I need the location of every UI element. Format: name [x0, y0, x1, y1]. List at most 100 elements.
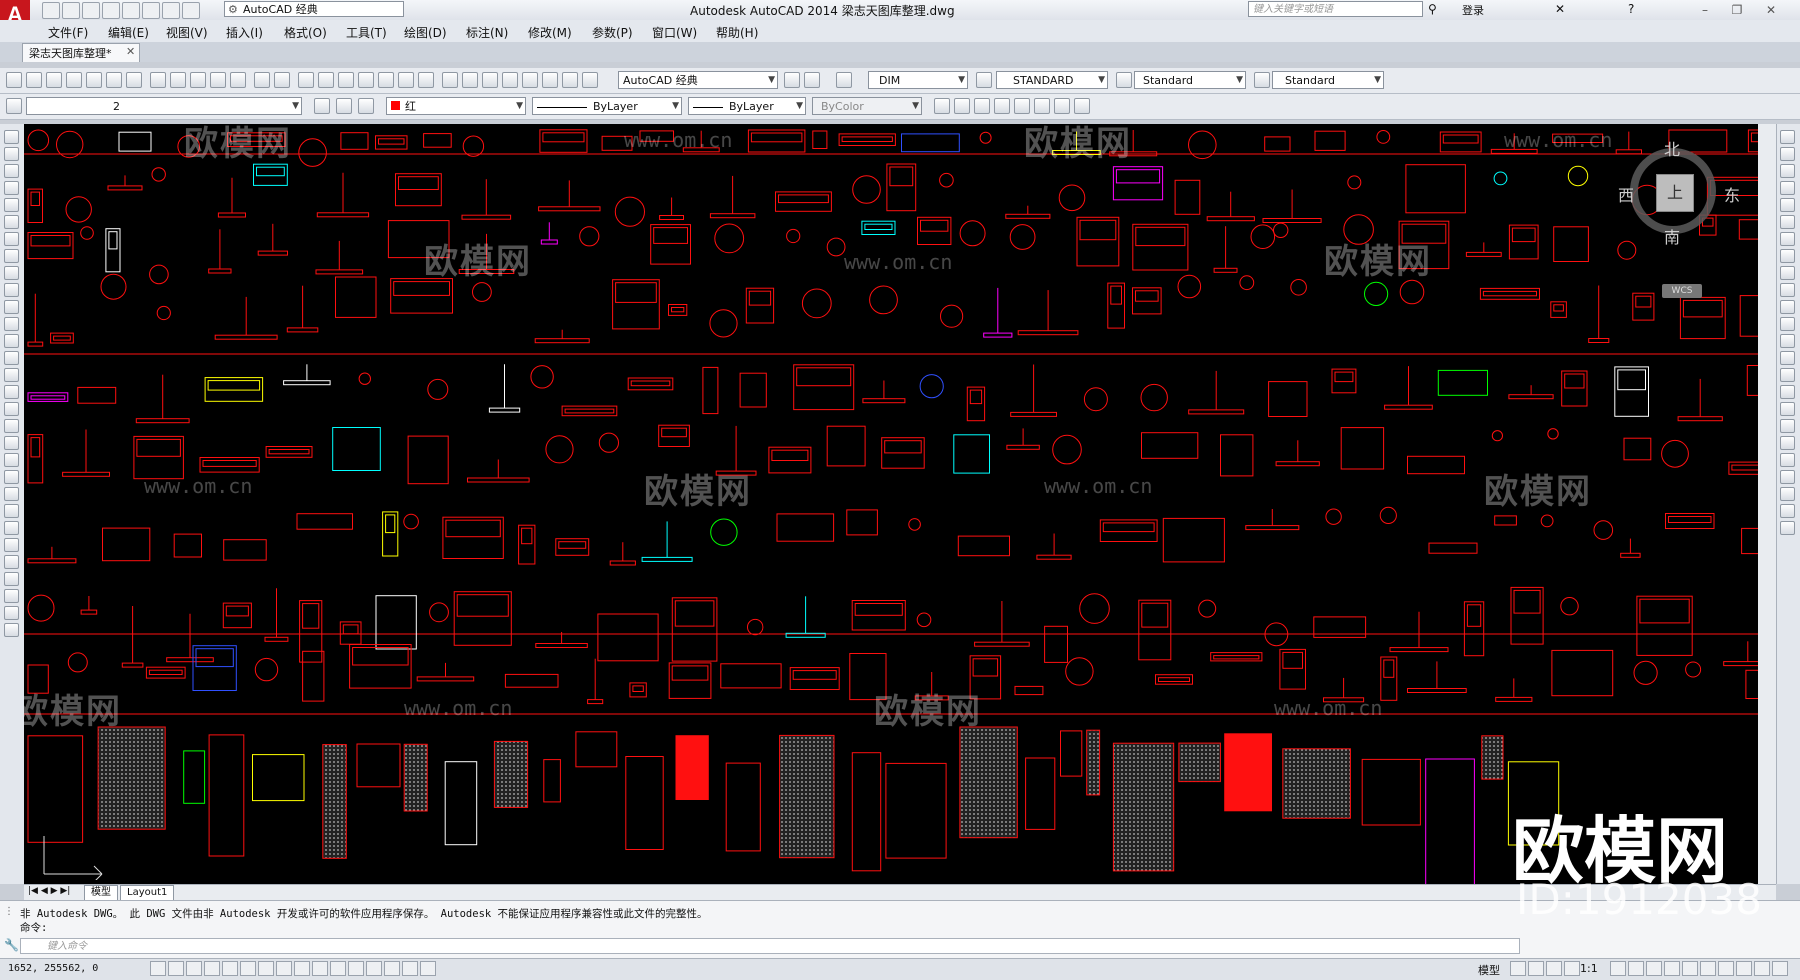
modify-tool-24-icon[interactable] — [1780, 521, 1795, 535]
modify-tool-4-icon[interactable] — [1780, 181, 1795, 195]
draw-tool-6-icon[interactable] — [4, 215, 19, 229]
menu-file[interactable]: 文件(F) — [48, 24, 88, 41]
draw-tool-1-icon[interactable] — [4, 130, 19, 144]
modify-tool-3-icon[interactable] — [1780, 164, 1795, 178]
status-tool-9-icon[interactable] — [1682, 961, 1698, 976]
login-button[interactable]: 登录 — [1462, 2, 1484, 18]
view-tool-5-icon[interactable] — [1014, 98, 1030, 114]
standard-tool-10-icon[interactable] — [190, 72, 206, 88]
layer-combo[interactable]: 2 ▼ — [26, 97, 302, 115]
binoculars-icon[interactable]: ⚲ — [1428, 2, 1437, 16]
view-tool-8-icon[interactable] — [1074, 98, 1090, 114]
standard-tool-16-icon[interactable] — [318, 72, 334, 88]
draw-tool-16-icon[interactable] — [4, 385, 19, 399]
status-tool-11-icon[interactable] — [1718, 961, 1734, 976]
draw-tool-29-icon[interactable] — [4, 606, 19, 620]
draw-tool-18-icon[interactable] — [4, 419, 19, 433]
standard-tool-30-icon[interactable] — [784, 72, 800, 88]
search-input[interactable]: 键入关键字或短语 — [1248, 1, 1423, 17]
draw-tool-20-icon[interactable] — [4, 453, 19, 467]
draw-tool-8-icon[interactable] — [4, 249, 19, 263]
help-icon[interactable]: ? — [1628, 2, 1634, 16]
modify-tool-6-icon[interactable] — [1780, 215, 1795, 229]
standard-tool-13-icon[interactable] — [254, 72, 270, 88]
file-tab[interactable]: 梁志天图库整理* — [22, 43, 140, 62]
draw-tool-28-icon[interactable] — [4, 589, 19, 603]
drafting-toggle-7-icon[interactable] — [258, 961, 274, 976]
view-tool-6-icon[interactable] — [1034, 98, 1050, 114]
tab-layout1[interactable]: Layout1 — [120, 885, 175, 901]
linetype-combo[interactable]: ByLayer ▼ — [532, 97, 682, 115]
menu-tools[interactable]: 工具(T) — [346, 24, 387, 41]
standard-tool-11-icon[interactable] — [210, 72, 226, 88]
draw-tool-22-icon[interactable] — [4, 487, 19, 501]
plot-icon[interactable] — [122, 2, 140, 19]
menu-dimension[interactable]: 标注(N) — [466, 24, 508, 41]
text-style-combo[interactable]: STANDARD ▼ — [996, 71, 1108, 89]
drafting-toggle-14-icon[interactable] — [384, 961, 400, 976]
viewcube-east[interactable]: 东 — [1724, 182, 1740, 206]
status-tool-3-icon[interactable] — [1546, 961, 1562, 976]
drafting-toggle-2-icon[interactable] — [168, 961, 184, 976]
menu-insert[interactable]: 插入(I) — [226, 24, 263, 41]
modify-tool-11-icon[interactable] — [1780, 300, 1795, 314]
draw-tool-7-icon[interactable] — [4, 232, 19, 246]
standard-tool-4-icon[interactable] — [66, 72, 82, 88]
draw-tool-21-icon[interactable] — [4, 470, 19, 484]
status-tool-2-icon[interactable] — [1528, 961, 1544, 976]
viewcube-south[interactable]: 南 — [1664, 224, 1680, 248]
draw-tool-11-icon[interactable] — [4, 300, 19, 314]
close-tab-icon[interactable]: ✕ — [126, 45, 135, 58]
status-tool-4-icon[interactable] — [1564, 961, 1580, 976]
menu-help[interactable]: 帮助(H) — [716, 24, 758, 41]
standard-tool-28-icon[interactable] — [562, 72, 578, 88]
modify-tool-1-icon[interactable] — [1780, 130, 1795, 144]
undo-icon[interactable] — [142, 2, 160, 19]
minimize-icon[interactable]: – — [1690, 0, 1720, 20]
modify-tool-12-icon[interactable] — [1780, 317, 1795, 331]
viewcube-west[interactable]: 西 — [1618, 182, 1634, 206]
modify-tool-8-icon[interactable] — [1780, 249, 1795, 263]
menu-modify[interactable]: 修改(M) — [528, 24, 572, 41]
standard-tool-34-icon[interactable] — [1116, 72, 1132, 88]
drafting-toggle-11-icon[interactable] — [330, 961, 346, 976]
status-tool-5-icon[interactable] — [1610, 961, 1626, 976]
standard-tool-22-icon[interactable] — [442, 72, 458, 88]
status-tool-7-icon[interactable] — [1646, 961, 1662, 976]
drafting-toggle-15-icon[interactable] — [402, 961, 418, 976]
menu-edit[interactable]: 编辑(E) — [108, 24, 149, 41]
modify-tool-5-icon[interactable] — [1780, 198, 1795, 212]
tab-nav-arrows[interactable]: |◀ ◀ ▶ ▶| — [28, 886, 70, 896]
plotstyle-combo[interactable]: ByColor ▼ — [812, 97, 922, 115]
save-icon[interactable] — [82, 2, 100, 19]
modify-tool-7-icon[interactable] — [1780, 232, 1795, 246]
standard-tool-19-icon[interactable] — [378, 72, 394, 88]
drafting-toggle-13-icon[interactable] — [366, 961, 382, 976]
draw-tool-19-icon[interactable] — [4, 436, 19, 450]
layer-previous-icon[interactable] — [336, 98, 352, 114]
draw-tool-30-icon[interactable] — [4, 623, 19, 637]
standard-tool-7-icon[interactable] — [126, 72, 142, 88]
standard-tool-12-icon[interactable] — [230, 72, 246, 88]
standard-tool-26-icon[interactable] — [522, 72, 538, 88]
standard-tool-29-icon[interactable] — [582, 72, 598, 88]
workspace-combo[interactable]: AutoCAD 经典 ▼ — [618, 71, 778, 89]
draw-tool-26-icon[interactable] — [4, 555, 19, 569]
draw-tool-23-icon[interactable] — [4, 504, 19, 518]
multileader-style-combo[interactable]: Standard ▼ — [1272, 71, 1384, 89]
restore-icon[interactable]: ❐ — [1722, 0, 1752, 20]
status-tool-10-icon[interactable] — [1700, 961, 1716, 976]
menu-format[interactable]: 格式(O) — [284, 24, 327, 41]
drafting-toggle-5-icon[interactable] — [222, 961, 238, 976]
viewcube-north[interactable]: 北 — [1664, 136, 1680, 160]
standard-tool-20-icon[interactable] — [398, 72, 414, 88]
modify-tool-9-icon[interactable] — [1780, 266, 1795, 280]
standard-tool-17-icon[interactable] — [338, 72, 354, 88]
standard-tool-14-icon[interactable] — [274, 72, 290, 88]
standard-tool-33-icon[interactable] — [976, 72, 992, 88]
drafting-toggle-6-icon[interactable] — [240, 961, 256, 976]
standard-tool-25-icon[interactable] — [502, 72, 518, 88]
layer-state-icon[interactable] — [358, 98, 374, 114]
standard-tool-21-icon[interactable] — [418, 72, 434, 88]
dim-style-combo[interactable]: DIM ▼ — [868, 71, 968, 89]
